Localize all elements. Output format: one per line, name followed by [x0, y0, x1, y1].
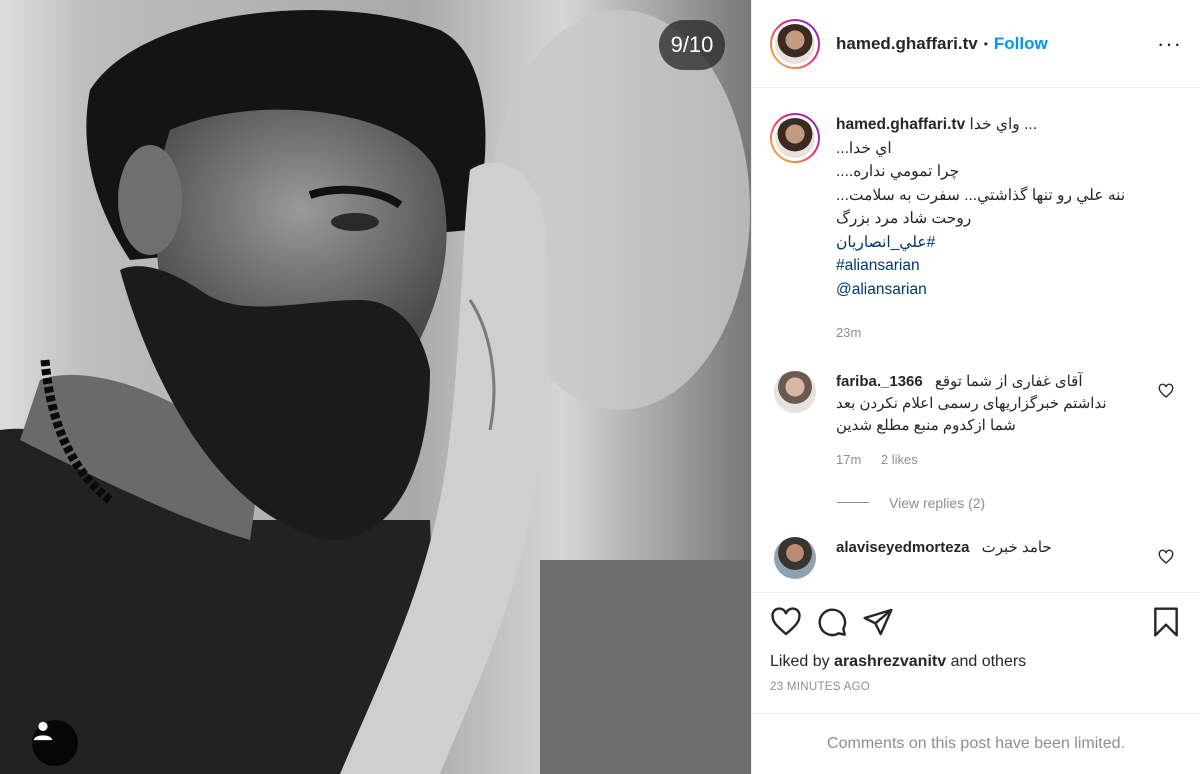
header-separator: • — [983, 36, 988, 51]
more-horizontal-icon[interactable]: ··· — [1157, 31, 1182, 57]
comment-likes[interactable]: 2 likes — [881, 452, 918, 467]
caption-username[interactable]: hamed.ghaffari.tv — [836, 116, 965, 133]
slide-counter: 9/10 — [659, 20, 725, 70]
comment-time[interactable]: 17m — [836, 452, 861, 467]
author-username[interactable]: hamed.ghaffari.tv — [836, 34, 978, 54]
liked-by: Liked by arashrezvanitv and others — [770, 653, 1182, 671]
caption-line-1: واي خدا ... — [969, 116, 1038, 133]
post-actions: Liked by arashrezvanitv and others 23 MI… — [752, 592, 1200, 693]
mention-link[interactable]: @aliansarian — [836, 278, 1125, 302]
author-avatar[interactable] — [770, 18, 820, 69]
post-header: hamed.ghaffari.tv • Follow ··· — [752, 0, 1200, 88]
liked-by-suffix[interactable]: and others — [951, 653, 1027, 670]
view-replies-label: View replies (2) — [889, 494, 986, 511]
comments-limited-notice: Comments on this post have been limited. — [752, 713, 1200, 774]
comment-item: alaviseyedmorteza حامد خبرت — [752, 536, 1200, 579]
user-icon — [33, 721, 53, 741]
caption-time[interactable]: 23m — [836, 321, 1125, 345]
tagged-users-button[interactable] — [32, 720, 78, 766]
comment-icon[interactable] — [816, 606, 848, 638]
comment-text: حامد خبرت — [981, 538, 1052, 556]
view-replies-button[interactable]: View replies (2) — [837, 495, 1200, 511]
post-caption: hamed.ghaffari.tv واي خدا ... اي خدا... … — [752, 89, 1200, 345]
commenter-avatar[interactable] — [774, 370, 816, 413]
commenter-username[interactable]: fariba._1366 — [836, 373, 923, 390]
like-comment-heart-icon[interactable] — [1158, 383, 1174, 399]
hashtag-link[interactable]: #aliansarian — [836, 254, 1125, 278]
caption-line-4: ننه علي رو تنها گذاشتي... سفرت به سلامت.… — [836, 186, 1126, 204]
post-photo[interactable]: 9/10 — [0, 0, 751, 774]
caption-line-2: اي خدا... — [836, 139, 892, 157]
caption-avatar[interactable] — [770, 113, 820, 163]
share-icon[interactable] — [862, 606, 894, 638]
bookmark-icon[interactable] — [1150, 606, 1182, 638]
liked-by-prefix: Liked by — [770, 653, 830, 670]
commenter-username[interactable]: alaviseyedmorteza — [836, 539, 969, 556]
comment-item: fariba._1366 آقای غفاری از شما توقع نداش… — [752, 370, 1200, 471]
liked-by-user[interactable]: arashrezvanitv — [834, 653, 946, 670]
post-timestamp[interactable]: 23 MINUTES AGO — [770, 681, 1182, 693]
hashtag-link[interactable]: #علي_انصاريان — [836, 231, 1125, 255]
commenter-avatar[interactable] — [774, 536, 816, 579]
caption-line-5: روحت شاد مرد بزرگ — [836, 210, 972, 227]
like-comment-heart-icon[interactable] — [1158, 549, 1174, 565]
post-side-panel: hamed.ghaffari.tv • Follow ··· hamed.gha… — [751, 0, 1200, 774]
instagram-post: 9/10 hamed.ghaffari.tv • Follow ··· hame… — [0, 0, 1200, 774]
caption-line-3: چرا تمومي نداره.... — [836, 163, 960, 180]
like-heart-icon[interactable] — [770, 606, 802, 638]
portrait-image — [0, 0, 751, 774]
follow-button[interactable]: Follow — [994, 34, 1048, 54]
comments-scroll-area[interactable]: hamed.ghaffari.tv واي خدا ... اي خدا... … — [752, 89, 1200, 589]
